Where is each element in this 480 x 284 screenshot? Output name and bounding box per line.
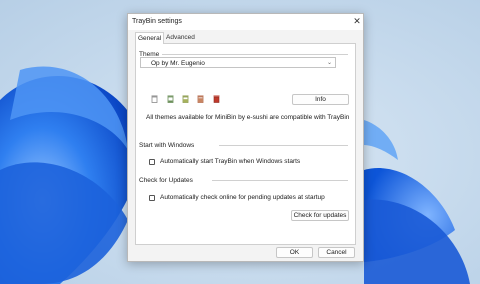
trash-empty-icon xyxy=(151,95,158,103)
theme-select-value: Op by Mr. Eugenio xyxy=(151,60,205,67)
updates-divider xyxy=(212,180,348,181)
autostart-label: Automatically start TrayBin when Windows… xyxy=(160,158,301,165)
title-bar: TrayBin settings ✕ xyxy=(128,14,363,30)
close-icon[interactable]: ✕ xyxy=(352,16,362,27)
theme-divider xyxy=(162,54,348,55)
cancel-button[interactable]: Cancel xyxy=(318,247,355,258)
tab-general[interactable]: General xyxy=(135,32,164,44)
startup-group-label: Start with Windows xyxy=(139,142,195,149)
autostart-checkbox[interactable] xyxy=(149,159,155,165)
trash-half-icon xyxy=(182,95,189,103)
theme-select[interactable]: Op by Mr. Eugenio ⌄ xyxy=(140,57,336,68)
auto-update-checkbox[interactable] xyxy=(149,195,155,201)
theme-compat-note: All themes available for MiniBin by e-su… xyxy=(146,114,350,121)
settings-dialog: TrayBin settings ✕ General Advanced Them… xyxy=(127,13,364,262)
window-title: TrayBin settings xyxy=(132,18,182,25)
trash-three-quarter-icon xyxy=(197,95,204,103)
updates-group-label: Check for Updates xyxy=(139,177,193,184)
check-updates-button[interactable]: Check for updates xyxy=(291,210,349,221)
chevron-down-icon: ⌄ xyxy=(326,60,332,66)
startup-divider xyxy=(219,145,348,146)
trash-quarter-icon xyxy=(167,95,174,103)
tab-advanced[interactable]: Advanced xyxy=(164,32,197,43)
trash-full-icon xyxy=(213,95,220,103)
auto-update-label: Automatically check online for pending u… xyxy=(160,194,325,201)
ok-button[interactable]: OK xyxy=(276,247,313,258)
info-button[interactable]: Info xyxy=(292,94,349,105)
